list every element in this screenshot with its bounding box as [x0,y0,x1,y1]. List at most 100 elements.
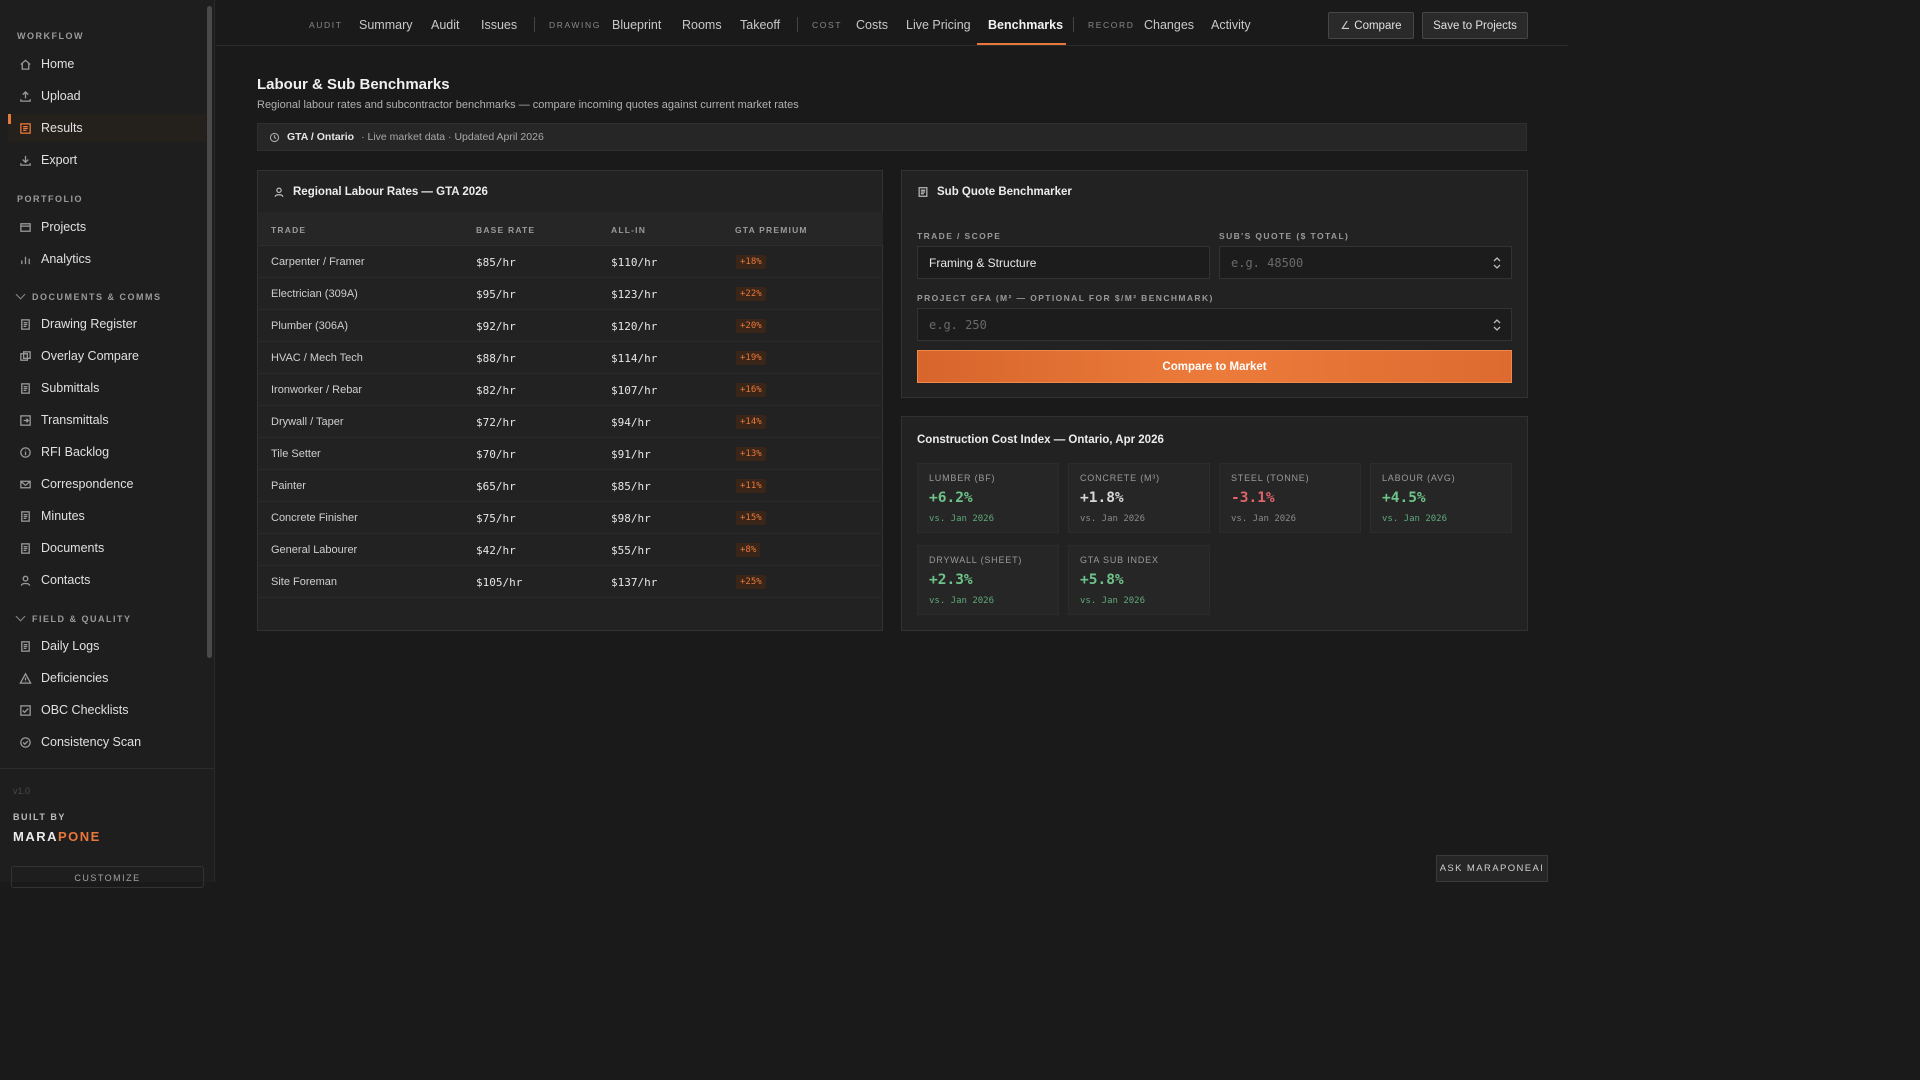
cell-all-in: $107/hr [611,384,658,397]
sidebar-item-label: Analytics [41,252,92,266]
column-header-all-in: ALL-IN [611,225,647,235]
cell-trade: Painter [271,480,306,492]
cell-base-rate: $88/hr [476,352,516,365]
results-icon [19,122,32,135]
trade-scope-select[interactable]: Framing & Structure [917,246,1210,279]
card-comparison: vs. Jan 2026 [1080,596,1146,606]
nav-separator [534,17,535,32]
card-value: +1.8% [1080,490,1124,506]
cell-trade: Site Foreman [271,576,338,588]
ask-assistant-button[interactable]: ASK MARAPONEAI [1436,855,1548,882]
cell-gta-premium: +22% [736,287,766,301]
cost-index-card: GTA SUB INDEX +5.8% vs. Jan 2026 [1068,545,1210,615]
overlay-icon [19,350,32,363]
tab-summary[interactable]: Summary [359,18,412,32]
save-to-projects-button[interactable]: Save to Projects [1422,12,1528,39]
cell-gta-premium: +19% [736,351,766,365]
tab-takeoff[interactable]: Takeoff [740,18,780,32]
stepper-icon[interactable] [1493,256,1501,270]
sidebar-item-minutes[interactable]: Minutes [8,502,206,530]
chevron-down-icon [15,289,26,300]
sidebar-item-transmittals[interactable]: Transmittals [8,406,206,434]
sidebar-item-label: Drawing Register [41,317,137,331]
cell-trade: Carpenter / Framer [271,256,365,268]
cell-base-rate: $92/hr [476,320,516,333]
compare-icon: ∠ [1340,20,1351,32]
cell-trade: Electrician (309A) [271,288,358,300]
cell-base-rate: $65/hr [476,480,516,493]
stepper-icon[interactable] [1493,318,1501,332]
sidebar-item-home[interactable]: Home [8,50,206,78]
tab-changes[interactable]: Changes [1144,18,1194,32]
panel-title-text: Sub Quote Benchmarker [937,186,1072,198]
sidebar-item-overlay-compare[interactable]: Overlay Compare [8,342,206,370]
sidebar-item-projects[interactable]: Projects [8,213,206,241]
chevron-down-icon [15,611,26,622]
sidebar-item-correspondence[interactable]: Correspondence [8,470,206,498]
sidebar-item-drawing-register[interactable]: Drawing Register [8,310,206,338]
sidebar-item-documents[interactable]: Documents [8,534,206,562]
sidebar-item-label: Upload [41,89,81,103]
sidebar-scrollbar[interactable] [207,6,212,658]
sidebar-item-export[interactable]: Export [8,146,206,174]
cell-trade: Tile Setter [271,448,321,460]
brand-logo[interactable]: MARAPONE [13,829,101,844]
sub-quote-label: SUB'S QUOTE ($ TOTAL) [1219,231,1350,241]
sidebar-item-obc-checklists[interactable]: OBC Checklists [8,696,206,724]
tab-audit[interactable]: Audit [431,18,460,32]
cell-trade: General Labourer [271,544,358,556]
tab-live-pricing[interactable]: Live Pricing [906,18,971,32]
tab-issues[interactable]: Issues [481,18,517,32]
checklist-icon [19,704,32,717]
cell-base-rate: $95/hr [476,288,516,301]
card-comparison: vs. Jan 2026 [1080,514,1146,524]
market-banner: GTA / Ontario · Live market data · Updat… [257,123,1527,151]
compare-to-market-button[interactable]: Compare to Market [917,350,1512,383]
sidebar-item-rfi-backlog[interactable]: RFI Backlog [8,438,206,466]
labour-rates-title: Regional Labour Rates — GTA 2026 [273,186,488,198]
card-comparison: vs. Jan 2026 [929,514,995,524]
market-meta: · Live market data · Updated April 2026 [361,131,544,143]
cell-all-in: $55/hr [611,544,651,557]
sidebar: WORKFLOW Home Upload Results Export PORT… [0,0,215,888]
tab-costs[interactable]: Costs [856,18,888,32]
sub-quote-field[interactable] [1219,246,1512,279]
tab-blueprint[interactable]: Blueprint [612,18,661,32]
customize-button[interactable]: CUSTOMIZE [11,866,204,888]
sidebar-item-submittals[interactable]: Submittals [8,374,206,402]
sidebar-item-label: Submittals [41,381,100,395]
tab-benchmarks[interactable]: Benchmarks [988,18,1063,32]
sidebar-item-upload[interactable]: Upload [8,82,206,110]
sub-quote-benchmarker-panel: Sub Quote Benchmarker TRADE / SCOPE Fram… [901,170,1528,398]
section-documents-comms[interactable]: DOCUMENTS & COMMS [15,289,162,302]
sidebar-item-consistency-scan[interactable]: Consistency Scan [8,728,206,756]
person-icon [19,574,32,587]
gfa-input[interactable] [929,317,1500,332]
sub-quote-input[interactable] [1231,255,1500,270]
tab-rooms[interactable]: Rooms [682,18,722,32]
sidebar-divider [0,768,214,769]
cell-base-rate: $85/hr [476,256,516,269]
section-label: DOCUMENTS & COMMS [32,292,162,302]
sidebar-item-results[interactable]: Results [8,114,206,142]
info-icon [19,446,32,459]
sidebar-item-label: Documents [41,541,105,555]
cell-gta-premium: +14% [736,415,766,429]
cost-index-title: Construction Cost Index — Ontario, Apr 2… [917,434,1164,446]
sidebar-item-deficiencies[interactable]: Deficiencies [8,664,206,692]
sidebar-item-daily-logs[interactable]: Daily Logs [8,632,206,660]
person-icon [274,187,284,197]
cell-base-rate: $75/hr [476,512,516,525]
sidebar-item-contacts[interactable]: Contacts [8,566,206,594]
compare-button[interactable]: ∠ Compare [1328,12,1414,39]
tab-activity[interactable]: Activity [1211,18,1251,32]
document-icon [19,510,32,523]
section-field-quality[interactable]: FIELD & QUALITY [15,611,132,624]
gfa-field[interactable] [917,308,1512,341]
table-row: HVAC / Mech Tech $88/hr $114/hr +19% [258,342,883,374]
sidebar-item-analytics[interactable]: Analytics [8,245,206,273]
cell-all-in: $98/hr [611,512,651,525]
region-label: GTA / Ontario [287,131,355,143]
gfa-label: PROJECT GFA (M² — OPTIONAL FOR $/M² BENC… [917,293,1214,303]
cost-index-card: CONCRETE (M³) +1.8% vs. Jan 2026 [1068,463,1210,533]
